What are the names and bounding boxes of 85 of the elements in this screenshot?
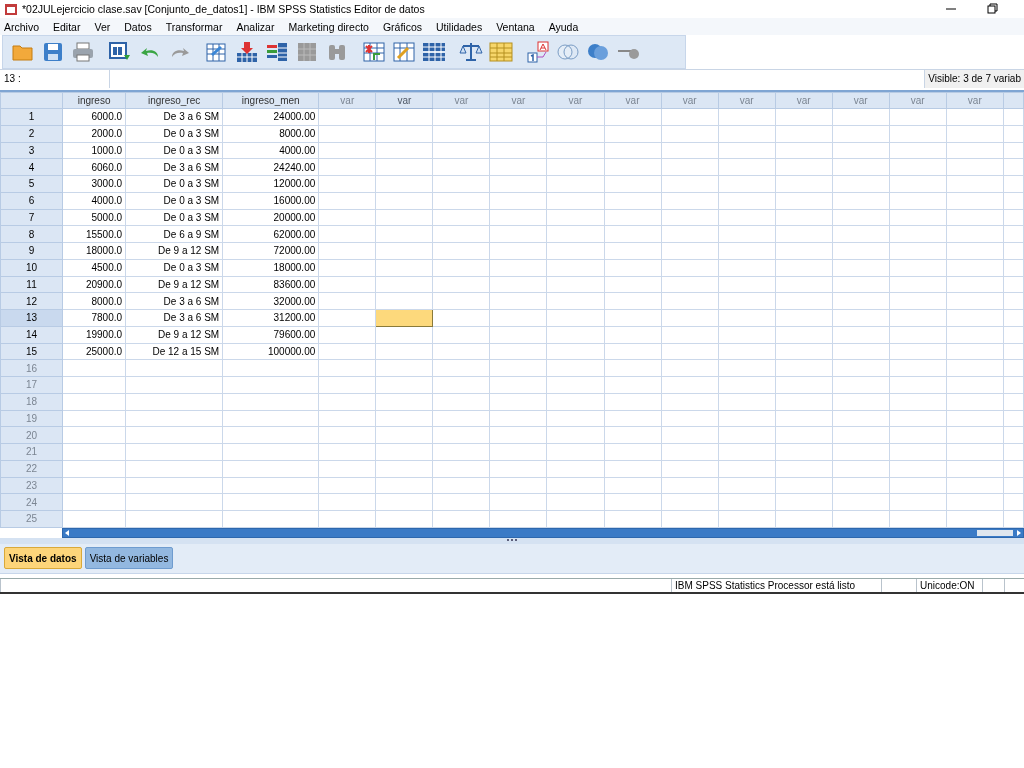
- encoding-status: Unicode:ON: [916, 578, 982, 592]
- table-cell: De 3 a 6 SM: [125, 292, 223, 310]
- table-icon[interactable]: [488, 41, 513, 63]
- table-cell: De 0 a 3 SM: [125, 125, 223, 142]
- table-cell: De 9 a 12 SM: [125, 242, 223, 260]
- table-cell: 100000.00: [222, 343, 319, 360]
- table-cell: 31200.00: [222, 309, 319, 327]
- table-cell: De 3 a 6 SM: [125, 108, 223, 126]
- table-cell: 4500.0: [62, 259, 126, 276]
- column-header[interactable]: ingreso_men: [222, 92, 319, 109]
- restore-icon[interactable]: [986, 2, 1000, 16]
- horizontal-scrollbar[interactable]: [62, 527, 1024, 538]
- menu-item[interactable]: Archivo: [4, 20, 39, 33]
- circles-icon[interactable]: [585, 41, 610, 63]
- menu-item[interactable]: Gráficos: [382, 20, 423, 33]
- scrollbar-thumb[interactable]: [977, 529, 1013, 536]
- table-star-icon[interactable]: [361, 41, 386, 63]
- table-cell: De 6 a 9 SM: [125, 225, 223, 243]
- table-cell: De 9 a 12 SM: [125, 326, 223, 343]
- table-cell: 15500.0: [62, 225, 126, 243]
- table-cell: De 12 a 15 SM: [125, 343, 223, 360]
- table-cell: De 0 a 3 SM: [125, 259, 223, 276]
- column-header[interactable]: ingreso: [62, 92, 126, 109]
- table-cell: De 3 a 6 SM: [125, 309, 223, 327]
- menu-item[interactable]: Ventana: [496, 20, 535, 33]
- table-cell: 18000.00: [222, 259, 319, 276]
- status-text: IBM SPSS Statistics Processor está listo: [671, 578, 881, 592]
- table-cell: 2000.0: [62, 125, 126, 142]
- table-cell: 6060.0: [62, 158, 126, 176]
- corner-cell: [0, 92, 63, 109]
- right-arrow-icon[interactable]: [1015, 528, 1023, 537]
- columns-list-icon[interactable]: [264, 41, 289, 63]
- table-cell: 20900.0: [62, 276, 126, 293]
- split-table-icon[interactable]: [421, 41, 446, 63]
- table-cell: 24240.00: [222, 158, 319, 176]
- table-cell: 6000.0: [62, 108, 126, 126]
- table-cell: 62000.00: [222, 225, 319, 243]
- view-tab[interactable]: Vista de datos: [4, 547, 82, 570]
- table-arrow-icon[interactable]: [204, 41, 229, 63]
- table-cell: 12000.00: [222, 175, 319, 193]
- column-header[interactable]: var: [375, 92, 433, 109]
- menu-item[interactable]: Editar: [53, 20, 81, 33]
- table-cell: 18000.0: [62, 242, 126, 260]
- table-cell: 7800.0: [62, 309, 126, 327]
- table-cell: De 9 a 12 SM: [125, 276, 223, 293]
- menu-item[interactable]: Ver: [94, 20, 111, 33]
- table-cell: De 3 a 6 SM: [125, 158, 223, 176]
- table-cell: 5000.0: [62, 209, 126, 226]
- table-cell: 4000.00: [222, 142, 319, 159]
- down-arrow-table-icon[interactable]: [234, 41, 259, 63]
- table-cell: De 0 a 3 SM: [125, 192, 223, 209]
- menu-item[interactable]: Ayuda: [548, 20, 579, 33]
- table-cell: 8000.00: [222, 125, 319, 142]
- menu-item[interactable]: Analizar: [236, 20, 275, 33]
- table-cell: 1000.0: [62, 142, 126, 159]
- table-cell: De 0 a 3 SM: [125, 209, 223, 226]
- window-title: *02JULejercicio clase.sav [Conjunto_de_datos1] - IBM SPSS Statistics Editor de datos: [22, 3, 426, 15]
- table-cell: De 0 a 3 SM: [125, 142, 223, 159]
- value-labels-icon[interactable]: [525, 41, 550, 63]
- column-header[interactable]: ingreso_rec: [125, 92, 223, 109]
- scale-icon[interactable]: [458, 41, 483, 63]
- table-cell: 3000.0: [62, 175, 126, 193]
- table-cell: 24000.00: [222, 108, 319, 126]
- table-cell: 25000.0: [62, 343, 126, 360]
- table-cell: 8000.0: [62, 292, 126, 310]
- table-cell: De 0 a 3 SM: [125, 175, 223, 193]
- table-cell: 4000.0: [62, 192, 126, 209]
- table-cell: 19900.0: [62, 326, 126, 343]
- table-cell: 20000.00: [222, 209, 319, 226]
- table-cell: 72000.00: [222, 242, 319, 260]
- menu-item[interactable]: Utilidades: [436, 20, 483, 33]
- circles-icon[interactable]: [555, 41, 580, 63]
- view-tab[interactable]: Vista de variables: [84, 547, 174, 570]
- table-pen-icon[interactable]: [391, 41, 416, 63]
- menu-item[interactable]: Transformar: [165, 20, 223, 33]
- menu-item[interactable]: Datos: [124, 20, 152, 33]
- menu-item[interactable]: Marketing directo: [288, 20, 369, 33]
- table-cell: 79600.00: [222, 326, 319, 343]
- table-cell: 16000.00: [222, 192, 319, 209]
- table-cell: 32000.00: [222, 292, 319, 310]
- visible-variables-text: Visible: 3 de 7 variab: [924, 70, 1024, 88]
- splitter-grip-icon[interactable]: [506, 537, 518, 542]
- print-icon[interactable]: [70, 41, 95, 63]
- left-arrow-icon[interactable]: [63, 528, 71, 537]
- table-cell: 83600.00: [222, 276, 319, 293]
